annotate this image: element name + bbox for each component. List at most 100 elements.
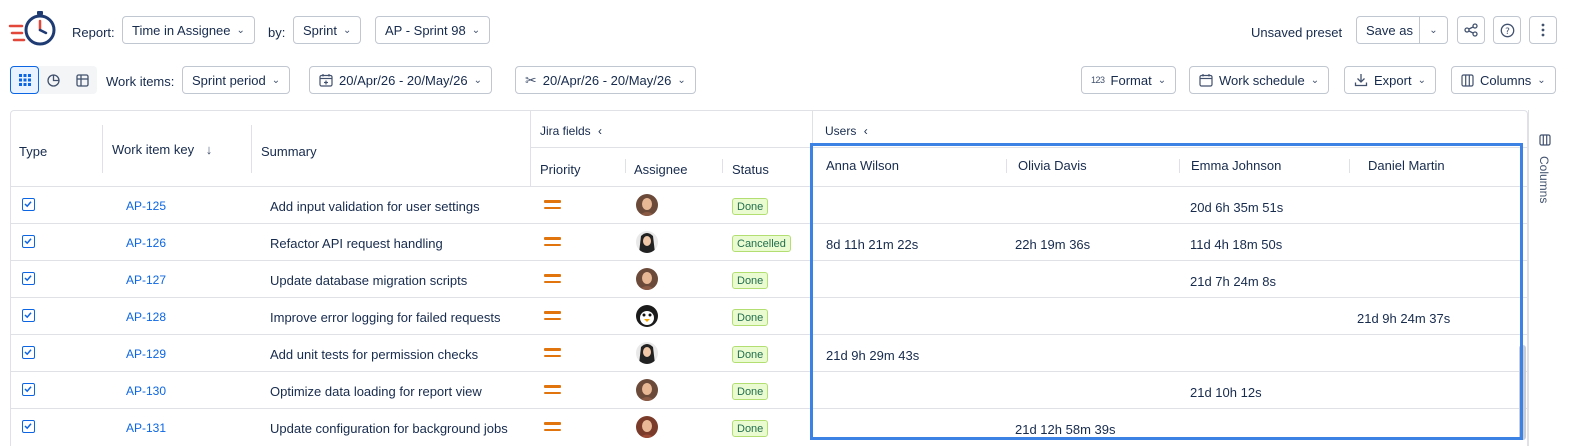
scissors-icon: ✂ <box>525 71 537 88</box>
summary-text: Add input validation for user settings <box>270 199 480 214</box>
format-label: Format <box>1110 72 1152 88</box>
status-badge: Cancelled <box>732 235 791 252</box>
share-button[interactable] <box>1457 16 1485 44</box>
share-icon <box>1464 23 1478 37</box>
story-type-checkbox-icon <box>22 383 35 396</box>
save-as-dropdown[interactable]: ⌄ <box>1419 16 1448 44</box>
header-assignee[interactable]: Assignee <box>634 162 687 177</box>
work-item-key-link[interactable]: AP-126 <box>126 236 166 250</box>
header-type[interactable]: Type <box>19 144 47 159</box>
assignee-avatar-woman-brown[interactable] <box>636 194 658 216</box>
chart-view-button[interactable] <box>39 66 68 94</box>
sprint-select[interactable]: AP - Sprint 98 ⌄ <box>375 16 491 44</box>
header-key-label: Work item key <box>112 142 195 157</box>
group-by-select[interactable]: Sprint ⌄ <box>293 16 362 44</box>
grid-view-button[interactable] <box>10 66 39 94</box>
work-item-key-link[interactable]: AP-127 <box>126 273 166 287</box>
group-by-value: Sprint <box>303 22 337 38</box>
calendar-add-icon <box>319 74 333 87</box>
numbers-icon: 123 <box>1091 75 1105 85</box>
trim-range-value: 20/Apr/26 - 20/May/26 <box>542 72 672 88</box>
header-work-item-key[interactable]: Work item key ↓ <box>112 142 212 157</box>
columns-side-panel[interactable]: Columns <box>1528 110 1560 446</box>
assignee-avatar-woman-brown[interactable] <box>636 268 658 290</box>
summary-text: Refactor API request handling <box>270 236 443 251</box>
group-users[interactable]: Users ‹ <box>825 124 868 138</box>
users-columns-highlight <box>810 143 1523 440</box>
collapse-chevron-left-icon: ‹ <box>863 124 868 138</box>
summary-text: Update database migration scripts <box>270 273 468 288</box>
group-jira-fields[interactable]: Jira fields ‹ <box>540 124 602 138</box>
story-type-checkbox-icon <box>22 272 35 285</box>
chevron-down-icon: ⌄ <box>471 24 481 36</box>
group-separator <box>530 111 531 186</box>
svg-text:?: ? <box>1505 27 1510 37</box>
columns-icon <box>1539 134 1551 146</box>
priority-medium-icon <box>544 237 561 246</box>
more-vertical-icon <box>1541 23 1545 37</box>
assignee-avatar-woman-brown[interactable] <box>636 379 658 401</box>
save-as-button[interactable]: Save as <box>1356 16 1423 44</box>
format-button[interactable]: 123 Format ⌄ <box>1081 66 1177 94</box>
status-badge: Done <box>732 346 769 363</box>
pivot-view-button[interactable] <box>68 66 97 94</box>
group-jira-label: Jira fields <box>540 124 591 138</box>
chevron-down-icon: ⌄ <box>236 24 245 36</box>
header-summary[interactable]: Summary <box>261 144 317 159</box>
header-priority[interactable]: Priority <box>540 162 580 177</box>
column-separator[interactable] <box>625 159 626 173</box>
grid-icon <box>18 74 31 86</box>
work-item-key-link[interactable]: AP-129 <box>126 347 166 361</box>
story-type-checkbox-icon <box>22 346 35 359</box>
status-badge: Done <box>732 198 769 215</box>
status-badge: Done <box>732 309 769 326</box>
work-item-key-link[interactable]: AP-125 <box>126 199 166 213</box>
work-schedule-button[interactable]: Work schedule ⌄ <box>1189 66 1330 94</box>
group-users-label: Users <box>825 124 857 138</box>
by-label: by: <box>268 25 286 40</box>
chevron-down-icon: ⌄ <box>473 74 483 86</box>
save-as-label: Save as <box>1366 22 1413 38</box>
report-label: Report: <box>72 25 115 40</box>
chevron-down-icon: ⌄ <box>1157 74 1167 86</box>
report-select-value: Time in Assignee <box>132 22 231 38</box>
story-type-checkbox-icon <box>22 198 35 211</box>
report-select[interactable]: Time in Assignee ⌄ <box>122 16 255 44</box>
column-separator[interactable] <box>102 125 103 173</box>
columns-label: Columns <box>1480 72 1532 88</box>
help-button[interactable]: ? <box>1493 16 1521 44</box>
date-range-picker[interactable]: 20/Apr/26 - 20/May/26 ⌄ <box>309 66 493 94</box>
collapse-chevron-left-icon: ‹ <box>598 124 603 138</box>
work-item-key-link[interactable]: AP-130 <box>126 384 166 398</box>
chevron-down-icon: ⌄ <box>1537 74 1546 86</box>
help-icon: ? <box>1500 23 1514 37</box>
assignee-avatar-woman-red[interactable] <box>636 416 658 438</box>
export-button[interactable]: Export ⌄ <box>1344 66 1436 94</box>
more-menu-button[interactable] <box>1529 16 1557 44</box>
assignee-avatar-woman-dark[interactable] <box>636 231 658 253</box>
summary-text: Optimize data loading for report view <box>270 384 482 399</box>
app-logo-stopwatch-icon <box>8 11 56 46</box>
period-select[interactable]: Sprint period ⌄ <box>182 66 291 94</box>
chevron-down-icon: ⌄ <box>271 74 281 86</box>
priority-medium-icon <box>544 348 561 357</box>
status-badge: Done <box>732 272 769 289</box>
pivot-table-icon <box>76 73 89 87</box>
export-label: Export <box>1374 72 1412 88</box>
sprint-value: AP - Sprint 98 <box>385 22 466 38</box>
priority-medium-icon <box>544 422 561 431</box>
work-item-key-link[interactable]: AP-131 <box>126 421 166 435</box>
header-status[interactable]: Status <box>732 162 769 177</box>
columns-button[interactable]: Columns ⌄ <box>1451 66 1556 94</box>
summary-text: Update configuration for background jobs <box>270 421 508 436</box>
period-value: Sprint period <box>192 72 266 88</box>
work-items-label: Work items: <box>106 74 175 89</box>
column-separator[interactable] <box>251 125 252 173</box>
assignee-avatar-penguin[interactable] <box>636 305 658 327</box>
column-separator[interactable] <box>722 159 723 173</box>
assignee-avatar-woman-dark[interactable] <box>636 342 658 364</box>
columns-icon <box>1461 73 1474 87</box>
work-item-key-link[interactable]: AP-128 <box>126 310 166 324</box>
trim-range-picker[interactable]: ✂ 20/Apr/26 - 20/May/26 ⌄ <box>515 66 696 94</box>
chevron-down-icon: ⌄ <box>677 74 686 86</box>
